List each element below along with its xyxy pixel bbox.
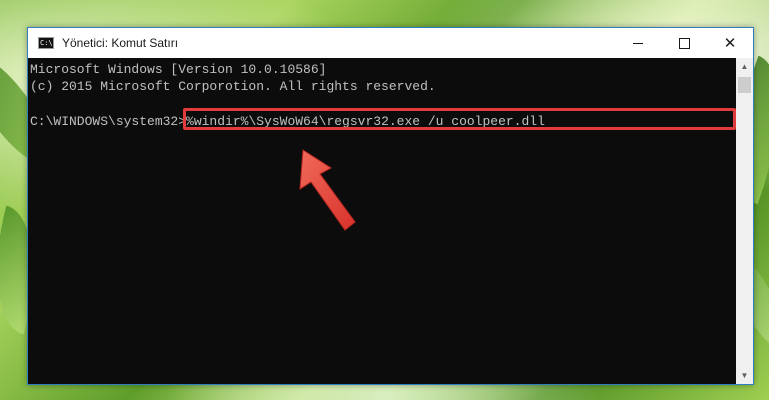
cmd-app-icon[interactable]: C:\. [38, 37, 57, 49]
window-title: Yönetici: Komut Satırı [62, 36, 179, 50]
scroll-down-button[interactable]: ▼ [736, 367, 753, 384]
console-line: (c) 2015 Microsoft Corporotion. All righ… [30, 79, 436, 94]
vertical-scrollbar[interactable]: ▲ ▼ [736, 58, 753, 384]
scroll-thumb[interactable] [738, 77, 751, 93]
console-output[interactable]: Microsoft Windows [Version 10.0.10586] (… [28, 58, 737, 384]
command-prompt-window[interactable]: C:\. Yönetici: Komut Satırı ✕ Microsoft … [27, 27, 754, 385]
minimize-button[interactable] [615, 28, 661, 58]
close-button[interactable]: ✕ [707, 28, 753, 58]
minimize-icon [633, 42, 643, 44]
close-icon: ✕ [723, 33, 737, 52]
title-bar[interactable]: C:\. Yönetici: Komut Satırı ✕ [28, 28, 753, 58]
red-arrow-icon [299, 149, 356, 231]
maximize-icon [678, 37, 690, 49]
prompt-path: C:\WINDOWS\system32> [30, 114, 187, 129]
command-highlight-box [183, 108, 736, 130]
maximize-button[interactable] [661, 28, 707, 58]
scroll-up-button[interactable]: ▲ [736, 58, 753, 75]
console-line: Microsoft Windows [Version 10.0.10586] [30, 62, 327, 77]
